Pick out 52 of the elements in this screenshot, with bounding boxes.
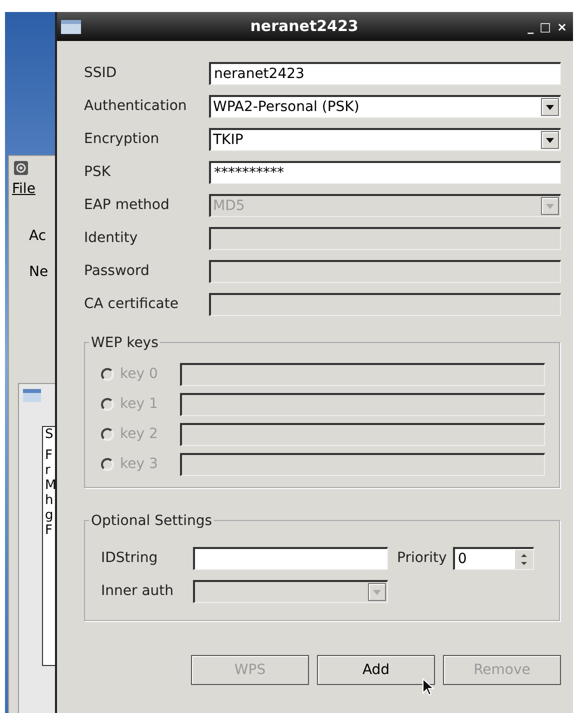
list-item: F (45, 448, 54, 463)
caret-icon (373, 590, 381, 594)
input-field[interactable]: ********** (209, 161, 561, 184)
field-label: Encryption (84, 130, 160, 149)
input-field[interactable]: neranet2423 (209, 62, 561, 85)
list-item: g (45, 508, 54, 523)
window-icon (61, 20, 81, 34)
radio-label: key 2 (120, 425, 159, 444)
list-item: F (45, 523, 54, 538)
dialog-button[interactable]: Add (317, 655, 435, 685)
window-icon (23, 389, 41, 402)
field-label: Authentication (84, 97, 188, 116)
field-label: Identity (84, 229, 139, 248)
dropdown-arrow-button[interactable] (541, 131, 559, 149)
spinner-arrows-icon[interactable] (514, 550, 533, 568)
dropdown[interactable]: TKIP (209, 128, 561, 151)
window-title: neranet2423 (249, 16, 360, 38)
field-label: Inner auth (101, 582, 175, 601)
field-label: IDString (101, 549, 159, 568)
input-field[interactable] (180, 363, 545, 386)
caret-icon (546, 138, 554, 142)
list-item: r (45, 463, 52, 478)
input-field[interactable] (180, 393, 545, 416)
window-control[interactable]: × (556, 18, 567, 36)
list-item: S (45, 427, 54, 442)
spin-value: 0 (456, 550, 468, 568)
label: Ne (29, 263, 48, 282)
field-label: PSK (84, 163, 112, 182)
dropdown-arrow-button[interactable] (541, 98, 559, 116)
wifi-icon (14, 161, 28, 175)
dropdown[interactable]: WPA2-Personal (PSK) (209, 95, 561, 118)
label: Ac (29, 227, 46, 246)
field-label: Priority (397, 549, 447, 568)
caret-icon (546, 104, 554, 110)
spin-box[interactable]: 0 (452, 547, 534, 570)
input-field[interactable] (180, 423, 545, 446)
radio-label: key 0 (120, 365, 159, 384)
caret-icon (546, 204, 554, 208)
field-label: Password (84, 262, 150, 281)
radio-label: key 1 (120, 395, 159, 414)
window-control[interactable]: □ (540, 18, 551, 36)
field-label: SSID (84, 64, 118, 83)
input-field[interactable] (193, 547, 388, 570)
field-label: EAP method (84, 196, 170, 215)
list-item: M (45, 478, 55, 493)
list-item: h (45, 493, 54, 508)
field-label: CA certificate (84, 295, 180, 314)
mouse-pointer-icon (422, 678, 434, 696)
menu-item[interactable]: File (12, 179, 36, 200)
input-field[interactable] (180, 453, 545, 476)
window-control[interactable]: _ (528, 18, 534, 36)
radio-label: key 3 (120, 455, 159, 474)
